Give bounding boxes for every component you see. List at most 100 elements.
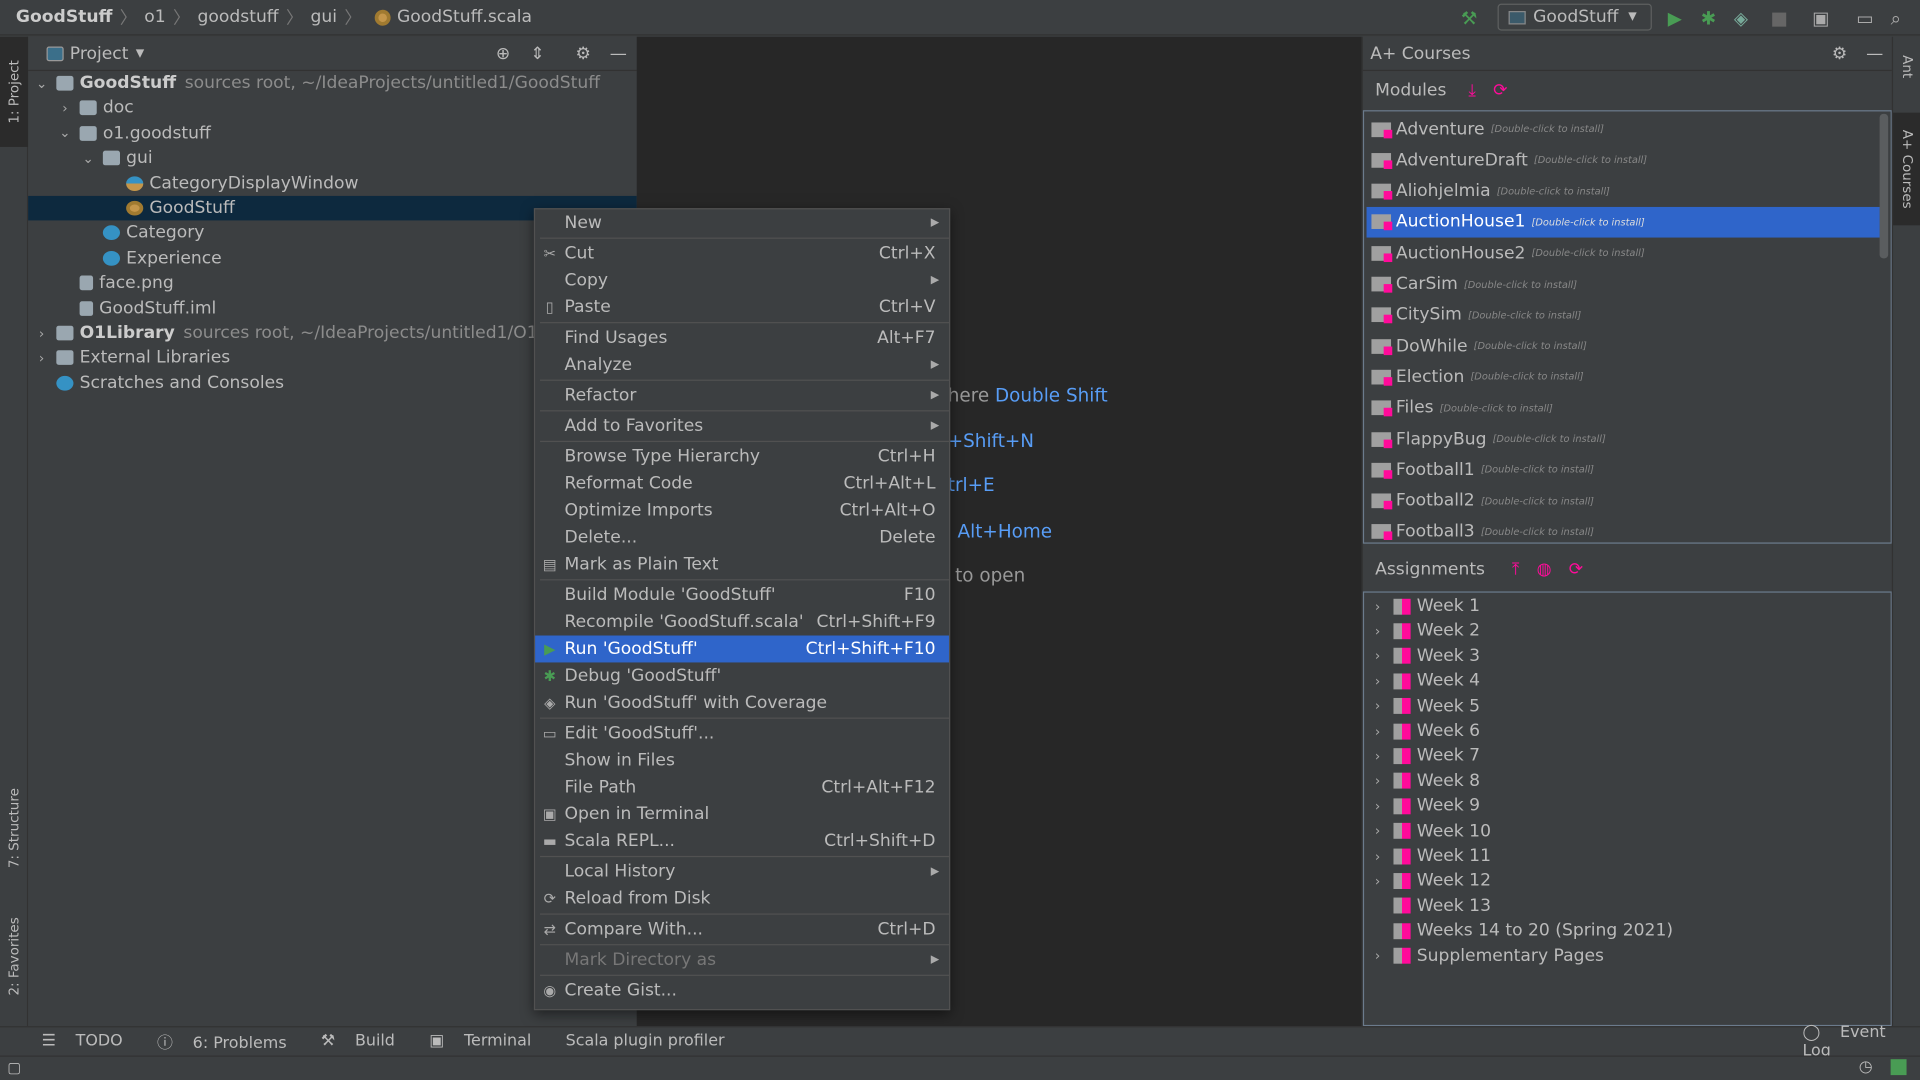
chevron-right-icon[interactable]: › (1369, 648, 1386, 664)
gear-icon[interactable]: ⚙ (576, 43, 591, 63)
menu-item-analyze[interactable]: Analyze ▶ (535, 351, 949, 378)
scrollbar[interactable] (1879, 113, 1889, 259)
assignment-item[interactable]: › Week 1 (1364, 594, 1891, 618)
chevron-right-icon[interactable]: › (1369, 723, 1386, 739)
assignment-item[interactable]: › Week 7 (1364, 744, 1891, 768)
event-log-tab[interactable]: ◯ Event Log (1802, 1023, 1910, 1060)
scala-profiler-tab[interactable]: Scala plugin profiler (566, 1032, 725, 1050)
menu-item-edit-goodstuff[interactable]: ▭ Edit 'GoodStuff'... (535, 720, 949, 747)
menu-item-local-history[interactable]: Local History ▶ (535, 858, 949, 885)
modules-list[interactable]: Adventure [Double-click to install] Advent… (1362, 110, 1892, 544)
menu-item-show-in-files[interactable]: Show in Files (535, 747, 949, 774)
assignment-item[interactable]: › Week 9 (1364, 794, 1891, 818)
tree-node[interactable]: ⌄ GoodStuff sources root, ~/IdeaProjects/u… (28, 71, 637, 95)
breadcrumb-item[interactable]: o1 (144, 7, 165, 27)
menu-item-scala-repl[interactable]: ▬ Scala REPL... Ctrl+Shift+D (535, 828, 949, 855)
todo-tab[interactable]: ☰ TODO (42, 1032, 133, 1050)
chevron-icon[interactable]: › (33, 350, 50, 366)
menu-item-delete[interactable]: Delete... Delete (535, 524, 949, 551)
assignments-tree[interactable]: › Week 1 › Week 2 › Week 3 › Week 4 › Week 5 › Week… (1362, 591, 1892, 1027)
assignment-item[interactable]: Weeks 14 to 20 (Spring 2021) (1364, 919, 1891, 943)
aplus-tool-tab[interactable]: A+ Courses (1893, 112, 1920, 226)
menu-item-open-in-terminal[interactable]: ▣ Open in Terminal (535, 801, 949, 828)
assignment-item[interactable]: › Week 3 (1364, 644, 1891, 668)
locate-icon[interactable]: ⊕ (496, 43, 510, 63)
menu-item-run-goodstuff[interactable]: ▶ Run 'GoodStuff' Ctrl+Shift+F10 (535, 635, 949, 663)
build-hammer-icon[interactable]: ⚒ (1461, 7, 1477, 29)
assignment-item[interactable]: › Week 12 (1364, 869, 1891, 893)
breadcrumb-item[interactable]: GoodStuff (16, 7, 113, 27)
chevron-right-icon[interactable]: › (1369, 848, 1386, 864)
menu-item-cut[interactable]: ✂ Cut Ctrl+X (535, 240, 949, 267)
toggle-tool-windows-icon[interactable]: ▢ (7, 1059, 21, 1076)
chevron-right-icon[interactable]: › (1369, 773, 1386, 789)
module-item[interactable]: CitySim [Double-click to install] (1367, 300, 1880, 331)
menu-item-mark-as-plain-text[interactable]: ▤ Mark as Plain Text (535, 551, 949, 578)
module-item[interactable]: AuctionHouse2 [Double-click to install] (1367, 238, 1880, 269)
chevron-down-icon[interactable]: ▼ (136, 47, 144, 59)
assignment-item[interactable]: › Week 5 (1364, 694, 1891, 718)
chevron-right-icon[interactable]: › (1369, 598, 1386, 614)
upload-icon[interactable]: ⤒ (1512, 560, 1520, 580)
assignment-item[interactable]: › Week 11 (1364, 844, 1891, 868)
chevron-right-icon[interactable]: › (1369, 673, 1386, 689)
module-item[interactable]: Files [Double-click to install] (1367, 393, 1880, 424)
chevron-right-icon[interactable]: › (1369, 798, 1386, 814)
gear-icon[interactable]: ⚙ (1832, 43, 1847, 63)
assignment-item[interactable]: › Week 2 (1364, 619, 1891, 643)
chevron-right-icon[interactable]: › (1369, 748, 1386, 764)
menu-item-recompile-goodstuff-scala[interactable]: Recompile 'GoodStuff.scala' Ctrl+Shift+F9 (535, 609, 949, 636)
structure-tool-tab[interactable]: 7: Structure (0, 771, 28, 884)
menu-item-refactor[interactable]: Refactor ▶ (535, 382, 949, 409)
project-view-selector[interactable]: Project (70, 43, 129, 63)
menu-item-browse-type-hierarchy[interactable]: Browse Type Hierarchy Ctrl+H (535, 443, 949, 470)
module-item[interactable]: Football1 [Double-click to install] (1367, 455, 1880, 486)
stop-icon[interactable]: ■ (1771, 7, 1788, 29)
chevron-icon[interactable]: ⌄ (56, 125, 73, 141)
chevron-right-icon[interactable]: › (1369, 698, 1386, 714)
assignment-item[interactable]: › Week 8 (1364, 769, 1891, 793)
module-item[interactable]: Football2 [Double-click to install] (1367, 486, 1880, 517)
install-icon[interactable]: ⤓ (1468, 80, 1476, 100)
problems-tab[interactable]: ⓘ 6: Problems (157, 1030, 296, 1053)
collapse-all-icon[interactable]: ⇕ (530, 43, 544, 63)
menu-item-optimize-imports[interactable]: Optimize Imports Ctrl+Alt+O (535, 497, 949, 524)
menu-item-add-to-favorites[interactable]: Add to Favorites ▶ (535, 413, 949, 440)
minimize-icon[interactable]: — (610, 43, 627, 63)
refresh-icon[interactable]: ⟳ (1569, 560, 1583, 580)
menu-item-reload-from-disk[interactable]: ⟳ Reload from Disk (535, 885, 949, 912)
window-icon[interactable]: ▭ (1856, 7, 1873, 29)
coverage-icon[interactable]: ◈ (1734, 7, 1748, 29)
menu-item-run-goodstuff-with-coverage[interactable]: ◈ Run 'GoodStuff' with Coverage (535, 689, 949, 716)
chevron-right-icon[interactable]: › (1369, 948, 1386, 964)
chevron-right-icon[interactable]: › (1369, 873, 1386, 889)
module-item[interactable]: Aliohjelmia [Double-click to install] (1367, 176, 1880, 207)
assignment-item[interactable]: › Supplementary Pages (1364, 944, 1891, 968)
assignment-item[interactable]: Week 13 (1364, 894, 1891, 918)
tree-node[interactable]: ⌄ gui (28, 146, 637, 170)
breadcrumb-item[interactable]: GoodStuff.scala (397, 7, 532, 27)
assignment-item[interactable]: › Week 6 (1364, 719, 1891, 743)
menu-item-build-module-goodstuff[interactable]: Build Module 'GoodStuff' F10 (535, 582, 949, 609)
assignment-item[interactable]: › Week 10 (1364, 819, 1891, 843)
power-save-icon[interactable]: ◷ (1859, 1058, 1873, 1076)
refresh-icon[interactable]: ⟳ (1493, 80, 1507, 100)
tree-node[interactable]: › doc (28, 96, 637, 120)
ant-tool-tab[interactable]: Ant (1893, 42, 1920, 91)
menu-item-copy[interactable]: Copy ▶ (535, 267, 949, 294)
menu-item-debug-goodstuff[interactable]: ✱ Debug 'GoodStuff' (535, 662, 949, 689)
module-item[interactable]: Football3 [Double-click to install] (1367, 517, 1880, 543)
globe-icon[interactable]: ◍ (1537, 560, 1552, 580)
minimize-icon[interactable]: — (1866, 43, 1883, 63)
menu-item-paste[interactable]: ▯ Paste Ctrl+V (535, 294, 949, 321)
menu-item-find-usages[interactable]: Find Usages Alt+F7 (535, 324, 949, 351)
project-tool-tab[interactable]: 1: Project (0, 36, 29, 147)
module-item[interactable]: AuctionHouse1 [Double-click to install] (1366, 206, 1880, 238)
module-item[interactable]: Adventure [Double-click to install] (1367, 114, 1880, 145)
build-tab[interactable]: ⚒ Build (321, 1032, 405, 1050)
breadcrumb-item[interactable]: goodstuff (198, 7, 279, 27)
chevron-right-icon[interactable]: › (1369, 823, 1386, 839)
menu-item-new[interactable]: New ▶ (535, 209, 949, 236)
chevron-icon[interactable]: ⌄ (33, 75, 50, 91)
chevron-icon[interactable]: ⌄ (80, 150, 97, 166)
